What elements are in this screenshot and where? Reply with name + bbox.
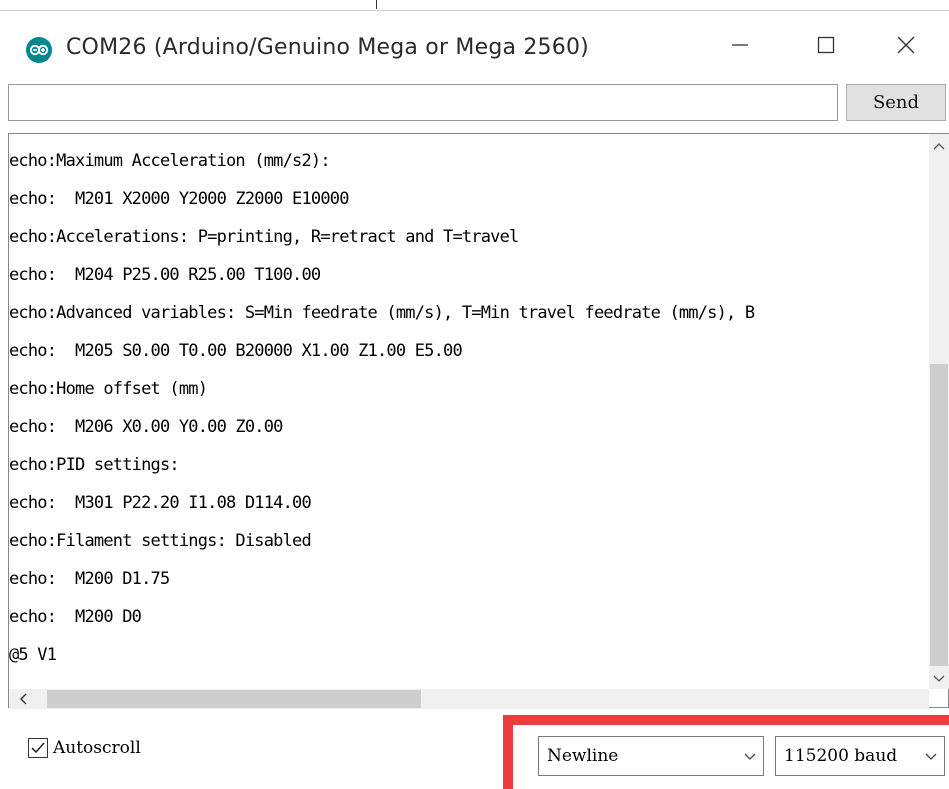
log-line: echo:PID settings: — [9, 455, 180, 475]
minimize-button[interactable] — [718, 25, 762, 65]
chevron-left-icon — [20, 693, 27, 705]
arduino-infinity-icon — [26, 37, 52, 63]
scroll-left-button[interactable] — [13, 689, 33, 709]
log-line: echo:Home offset (mm) — [9, 379, 208, 399]
autoscroll-checkbox[interactable] — [28, 738, 48, 758]
log-line: echo: M201 X2000 Y2000 Z2000 E10000 — [9, 189, 349, 209]
baud-rate-select[interactable]: 115200 baud — [775, 736, 945, 776]
log-line: echo: M200 D0 — [9, 607, 142, 627]
checkmark-icon — [31, 742, 45, 754]
log-line: echo: M204 P25.00 R25.00 T100.00 — [9, 265, 321, 285]
vertical-scroll-thumb[interactable] — [930, 364, 948, 666]
log-line: echo:Accelerations: P=printing, R=retrac… — [9, 227, 519, 247]
serial-output-area[interactable]: echo:Maximum Acceleration (mm/s2): echo:… — [8, 133, 949, 708]
log-line: echo:Maximum Acceleration (mm/s2): — [9, 151, 331, 171]
window-title: COM26 (Arduino/Genuino Mega or Mega 2560… — [66, 35, 589, 60]
autoscroll-label: Autoscroll — [53, 738, 141, 758]
log-line: @5 V1 — [9, 645, 57, 665]
close-button[interactable] — [884, 25, 928, 65]
scroll-up-button[interactable] — [929, 136, 949, 156]
horizontal-scrollbar[interactable] — [9, 689, 929, 709]
autoscroll-toggle[interactable]: Autoscroll — [28, 738, 141, 758]
log-line: echo: M206 X0.00 Y0.00 Z0.00 — [9, 417, 283, 437]
send-button[interactable]: Send — [846, 84, 946, 121]
line-ending-select[interactable]: Newline — [538, 736, 764, 776]
log-line: echo: M200 D1.75 — [9, 569, 170, 589]
minimize-icon — [732, 44, 748, 46]
cursor-tick — [376, 0, 377, 9]
close-icon — [897, 36, 915, 54]
log-line: echo: M301 P22.20 I1.08 D114.00 — [9, 493, 312, 513]
baud-rate-value: 115200 baud — [784, 746, 898, 766]
chevron-down-icon — [933, 675, 945, 682]
chevron-down-icon — [744, 753, 756, 760]
log-line: echo: M205 S0.00 T0.00 B20000 X1.00 Z1.0… — [9, 341, 463, 361]
horizontal-scroll-thumb[interactable] — [47, 690, 421, 708]
chevron-down-icon — [925, 753, 937, 760]
scroll-down-button[interactable] — [929, 669, 949, 689]
maximize-icon — [817, 36, 835, 54]
title-bar[interactable]: COM26 (Arduino/Genuino Mega or Mega 2560… — [0, 11, 949, 77]
vertical-scrollbar[interactable] — [929, 134, 949, 689]
log-line: echo:Filament settings: Disabled — [9, 531, 312, 551]
line-ending-value: Newline — [547, 746, 619, 766]
log-line: echo:Advanced variables: S=Min feedrate … — [9, 303, 755, 323]
maximize-button[interactable] — [804, 25, 848, 65]
chevron-up-icon — [933, 143, 945, 150]
serial-send-input[interactable] — [8, 84, 838, 121]
